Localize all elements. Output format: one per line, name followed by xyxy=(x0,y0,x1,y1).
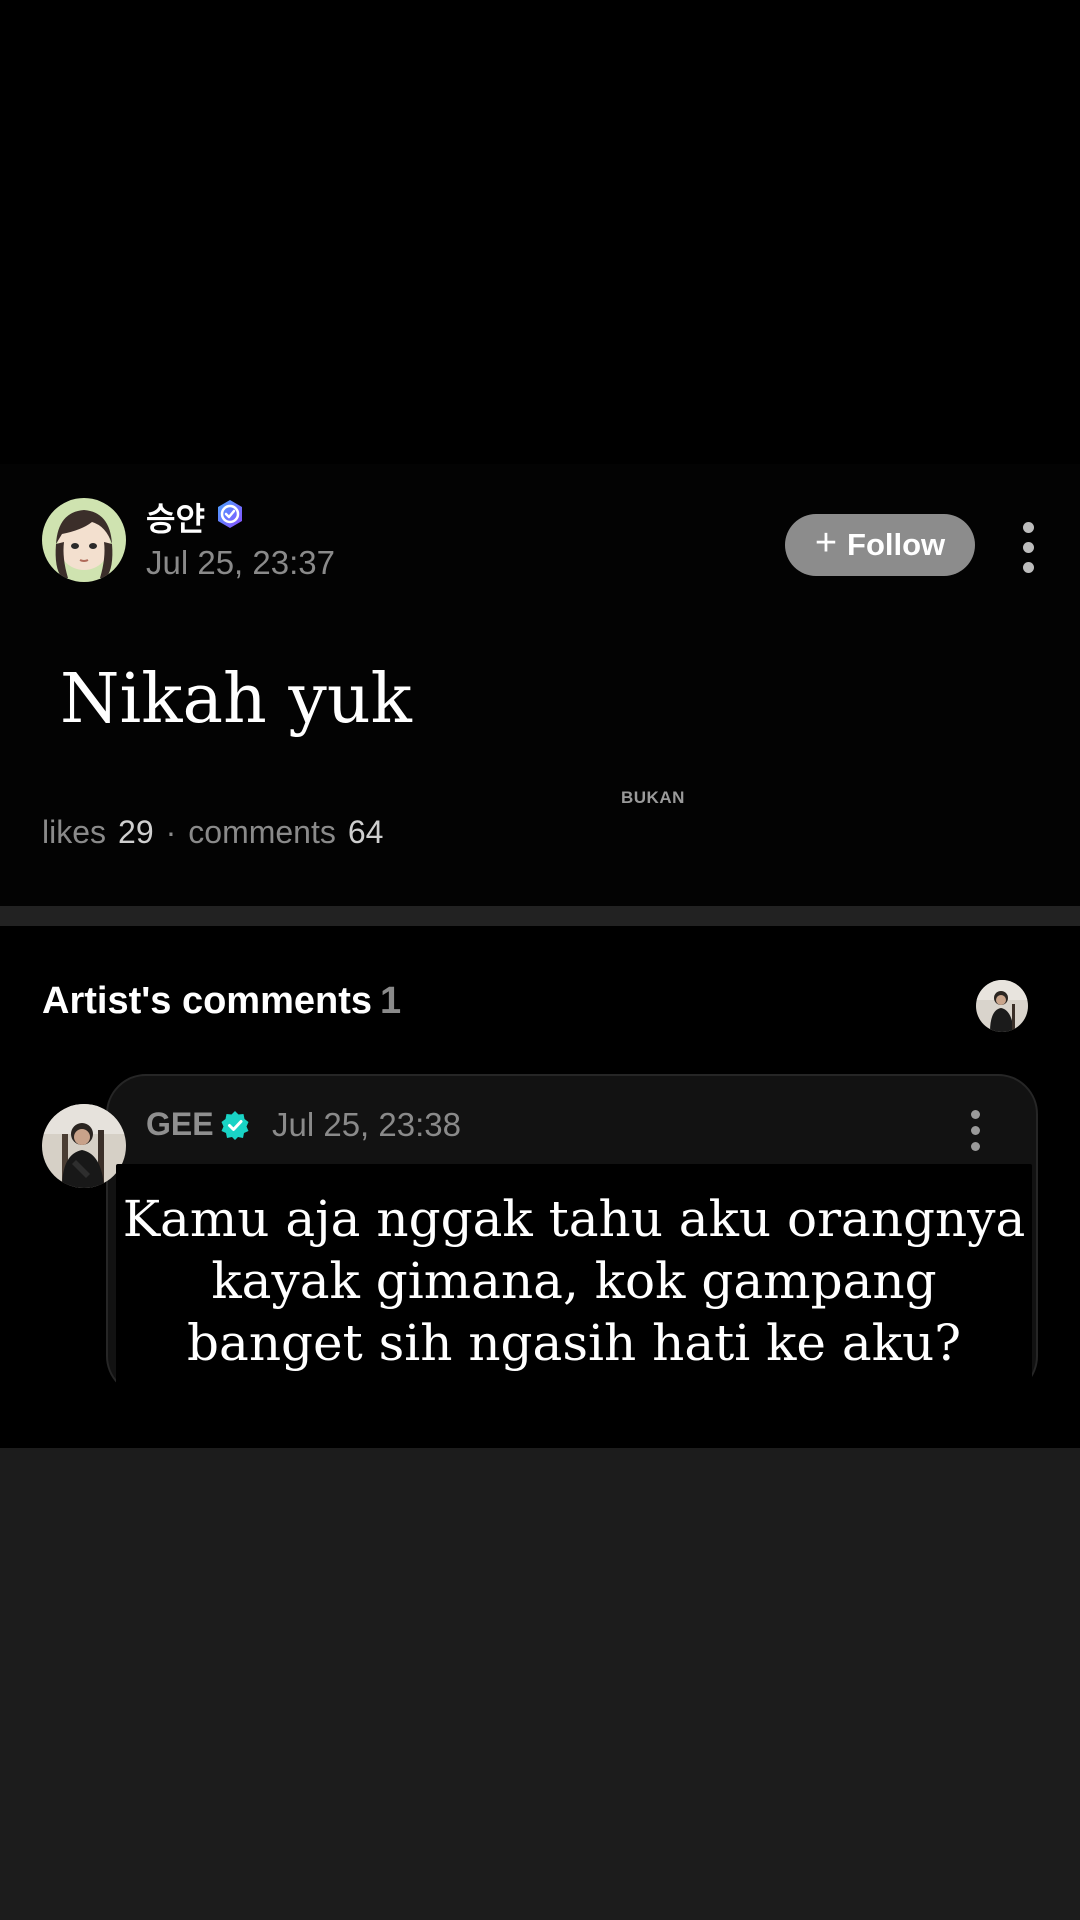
watermark-text: BUKAN xyxy=(621,788,685,807)
comments-count[interactable]: 64 xyxy=(348,814,384,851)
verified-badge-icon xyxy=(214,498,246,530)
plus-icon: + xyxy=(814,522,838,564)
more-options-icon[interactable] xyxy=(1020,522,1036,573)
artist-comments-label: Artist's comments xyxy=(42,980,373,1022)
commenter-name[interactable]: GEE xyxy=(146,1106,214,1143)
comment-text: Kamu aja nggak tahu aku orangnya kayak g… xyxy=(116,1164,1032,1396)
empty-top-area xyxy=(0,0,1080,464)
post-stats: likes 29 · comments 64 xyxy=(42,814,383,851)
follow-label: Follow xyxy=(847,527,946,562)
comments-label[interactable]: comments xyxy=(188,814,336,851)
follow-button[interactable]: + Follow xyxy=(785,514,975,576)
artist-mini-avatar[interactable] xyxy=(976,980,1028,1032)
likes-label[interactable]: likes xyxy=(42,814,106,851)
empty-bottom-area xyxy=(0,1448,1080,1920)
author-avatar[interactable] xyxy=(42,498,126,582)
artist-comments-count: 1 xyxy=(380,980,402,1022)
post-timestamp: Jul 25, 23:37 xyxy=(146,544,335,581)
author-name[interactable]: 승얀 xyxy=(146,494,205,540)
section-divider xyxy=(0,906,1080,926)
likes-count[interactable]: 29 xyxy=(118,814,154,851)
commenter-avatar[interactable] xyxy=(42,1104,126,1188)
verified-check-icon xyxy=(220,1110,250,1140)
comment-timestamp: Jul 25, 23:38 xyxy=(272,1106,461,1143)
comment-more-options-icon[interactable] xyxy=(967,1110,983,1151)
post-text: Nikah yuk xyxy=(60,660,412,739)
stats-separator: · xyxy=(165,814,177,850)
artist-comments-title[interactable]: Artist's comments 1 xyxy=(42,980,401,1023)
